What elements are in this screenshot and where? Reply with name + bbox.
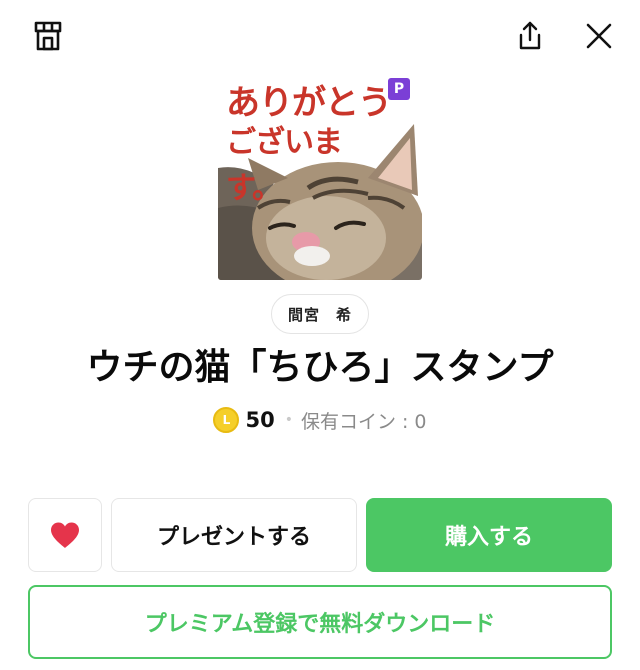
shop-icon[interactable] [26,14,70,58]
price-amount: 50 [245,408,275,432]
sticker-cover-image: ありがとう ございます。 P [218,78,422,280]
premium-download-button[interactable]: プレミアム登録で無料ダウンロード [28,585,612,659]
separator-dot: • [284,412,293,428]
price-row: L 50 • 保有コイン : 0 [0,400,640,440]
sticker-detail-page: ありがとう ございます。 P 間宮 希 ウチの猫「ちひろ」スタンプ L 50 •… [0,0,640,670]
heart-icon [51,522,79,548]
caption-line-2: ございます。 [226,125,343,206]
share-icon[interactable] [508,14,552,58]
sticker-caption: ありがとう ございます。 [226,80,396,212]
line-coin-icon: L [213,407,240,433]
present-button[interactable]: プレゼントする [111,498,357,572]
premium-badge: P [388,78,410,100]
sticker-title: ウチの猫「ちひろ」スタンプ [86,347,554,388]
like-button[interactable] [28,498,102,572]
close-icon[interactable] [577,14,621,58]
author-chip[interactable]: 間宮 希 [271,294,369,334]
owned-coins: 保有コイン : 0 [300,410,427,433]
buy-button[interactable]: 購入する [366,498,612,572]
